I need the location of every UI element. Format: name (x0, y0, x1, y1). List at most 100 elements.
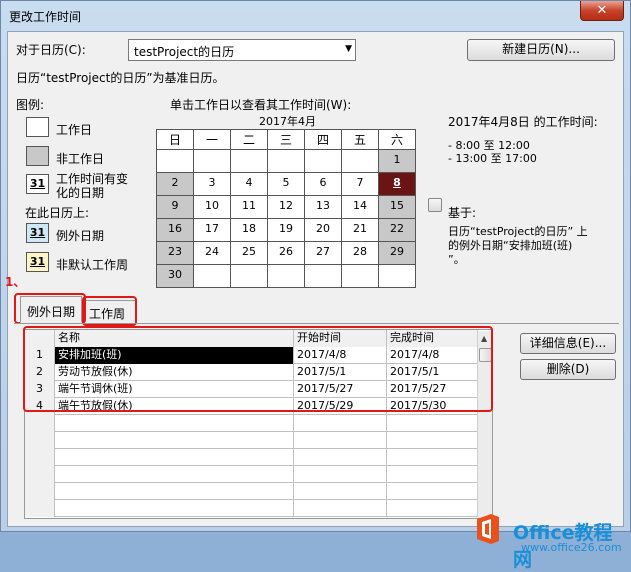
calendar-day[interactable]: 28 (341, 241, 379, 265)
empty-cell[interactable] (387, 500, 478, 517)
calendar-day[interactable]: 2 (156, 172, 194, 196)
empty-cell[interactable] (55, 449, 294, 466)
calendar-day[interactable]: 4 (230, 172, 268, 196)
empty-cell[interactable] (387, 415, 478, 432)
calendar-day[interactable]: 26 (267, 241, 305, 265)
empty-cell[interactable] (387, 466, 478, 483)
legend-changed-label: 工作时间有变化的日期 (56, 172, 129, 200)
calendar-instruction: 单击工作日以查看其工作时间(W): (170, 98, 352, 112)
calendar-scroll-button[interactable] (428, 198, 442, 212)
calendar-day[interactable] (193, 149, 231, 173)
title-bar: 更改工作时间 ✕ (1, 1, 630, 31)
calendar-day[interactable] (304, 149, 342, 173)
empty-cell[interactable] (55, 483, 294, 500)
calendar-day[interactable]: 12 (267, 195, 305, 219)
empty-cell[interactable] (55, 415, 294, 432)
row-number (25, 500, 55, 517)
row-number (25, 483, 55, 500)
calendar-select[interactable]: testProject的日历 ▼ (128, 39, 356, 61)
weekday-header: 日 (156, 129, 194, 150)
row-number (25, 449, 55, 466)
empty-cell[interactable] (294, 500, 387, 517)
calendar-day[interactable]: 11 (230, 195, 268, 219)
calendar-day[interactable] (341, 264, 379, 288)
calendar-day[interactable]: 5 (267, 172, 305, 196)
calendar-day[interactable]: 1 (378, 149, 416, 173)
calendar-day[interactable]: 10 (193, 195, 231, 219)
row-number (25, 466, 55, 483)
empty-row[interactable] (25, 466, 478, 483)
empty-cell[interactable] (294, 449, 387, 466)
legend-exception-label: 例外日期 (56, 229, 105, 243)
empty-cell[interactable] (294, 483, 387, 500)
empty-cell[interactable] (294, 432, 387, 449)
calendar-day[interactable]: 19 (267, 218, 305, 242)
calendar-week: 1 (156, 149, 416, 173)
dialog-body: 对于日历(C): testProject的日历 ▼ 新建日历(N)... 日历“… (5, 31, 624, 571)
based-on-label: 基于: (448, 206, 477, 220)
empty-cell[interactable] (294, 415, 387, 432)
calendar-select-value: testProject的日历 (134, 45, 235, 59)
calendar-day[interactable]: 22 (378, 218, 416, 242)
empty-row[interactable] (25, 483, 478, 500)
calendar-day[interactable] (230, 149, 268, 173)
legend-working-label: 工作日 (56, 123, 93, 137)
calendar-day[interactable]: 23 (156, 241, 194, 265)
calendar-day[interactable]: 9 (156, 195, 194, 219)
highlight-work-weeks-tab (82, 296, 137, 326)
calendar-day[interactable] (230, 264, 268, 288)
empty-cell[interactable] (55, 466, 294, 483)
empty-row[interactable] (25, 432, 478, 449)
calendar-day[interactable] (378, 264, 416, 288)
empty-cell[interactable] (294, 466, 387, 483)
tab-exceptions[interactable]: 例外日期 (20, 296, 82, 323)
base-calendar-info: 日历“testProject的日历”为基准日历。 (16, 71, 225, 85)
empty-row[interactable] (25, 449, 478, 466)
calendar-day[interactable] (156, 149, 194, 173)
calendar-day[interactable]: 21 (341, 218, 379, 242)
calendar-day[interactable]: 27 (304, 241, 342, 265)
weekday-header-row: 日 一 二 三 四 五 六 (156, 129, 416, 150)
calendar-day[interactable]: 7 (341, 172, 379, 196)
weekday-header: 五 (341, 129, 379, 150)
calendar-day[interactable] (267, 149, 305, 173)
calendar-day[interactable] (267, 264, 305, 288)
legend-nondefault-week-label: 非默认工作周 (56, 258, 129, 272)
calendar-day[interactable]: 25 (230, 241, 268, 265)
details-button[interactable]: 详细信息(E)... (520, 333, 616, 354)
empty-cell[interactable] (387, 449, 478, 466)
empty-row[interactable] (25, 415, 478, 432)
delete-button[interactable]: 删除(D) (520, 359, 616, 380)
calendar-day[interactable] (304, 264, 342, 288)
empty-cell[interactable] (55, 500, 294, 517)
calendar-day[interactable]: 29 (378, 241, 416, 265)
calendar-day[interactable]: 20 (304, 218, 342, 242)
calendar-day[interactable]: 3 (193, 172, 231, 196)
new-calendar-button[interactable]: 新建日历(N)... (467, 39, 615, 61)
calendar-day-selected[interactable]: 8 (378, 172, 416, 196)
change-working-time-dialog: 更改工作时间 ✕ 对于日历(C): testProject的日历 ▼ 新建日历(… (0, 0, 631, 571)
calendar-month-title: 2017年4月 (259, 115, 316, 128)
weekday-header: 四 (304, 129, 342, 150)
calendar-day[interactable] (341, 149, 379, 173)
empty-row[interactable] (25, 500, 478, 517)
empty-cell[interactable] (387, 432, 478, 449)
calendar-day[interactable]: 24 (193, 241, 231, 265)
calendar-day[interactable]: 14 (341, 195, 379, 219)
empty-cell[interactable] (55, 432, 294, 449)
calendar-day[interactable]: 13 (304, 195, 342, 219)
calendar-day[interactable]: 16 (156, 218, 194, 242)
calendar-day[interactable]: 30 (156, 264, 194, 288)
weekday-header: 一 (193, 129, 231, 150)
legend-on-calendar-title: 在此日历上: (25, 206, 90, 220)
calendar-day[interactable]: 17 (193, 218, 231, 242)
work-time-heading: 2017年4月8日 的工作时间: (448, 115, 598, 129)
calendar-day[interactable]: 6 (304, 172, 342, 196)
empty-cell[interactable] (387, 483, 478, 500)
calendar-select-label: 对于日历(C): (16, 43, 86, 57)
calendar-day[interactable]: 18 (230, 218, 268, 242)
calendar-day[interactable]: 15 (378, 195, 416, 219)
calendar-week: 9 10 11 12 13 14 15 (156, 195, 416, 219)
close-button[interactable]: ✕ (580, 1, 624, 21)
calendar-day[interactable] (193, 264, 231, 288)
